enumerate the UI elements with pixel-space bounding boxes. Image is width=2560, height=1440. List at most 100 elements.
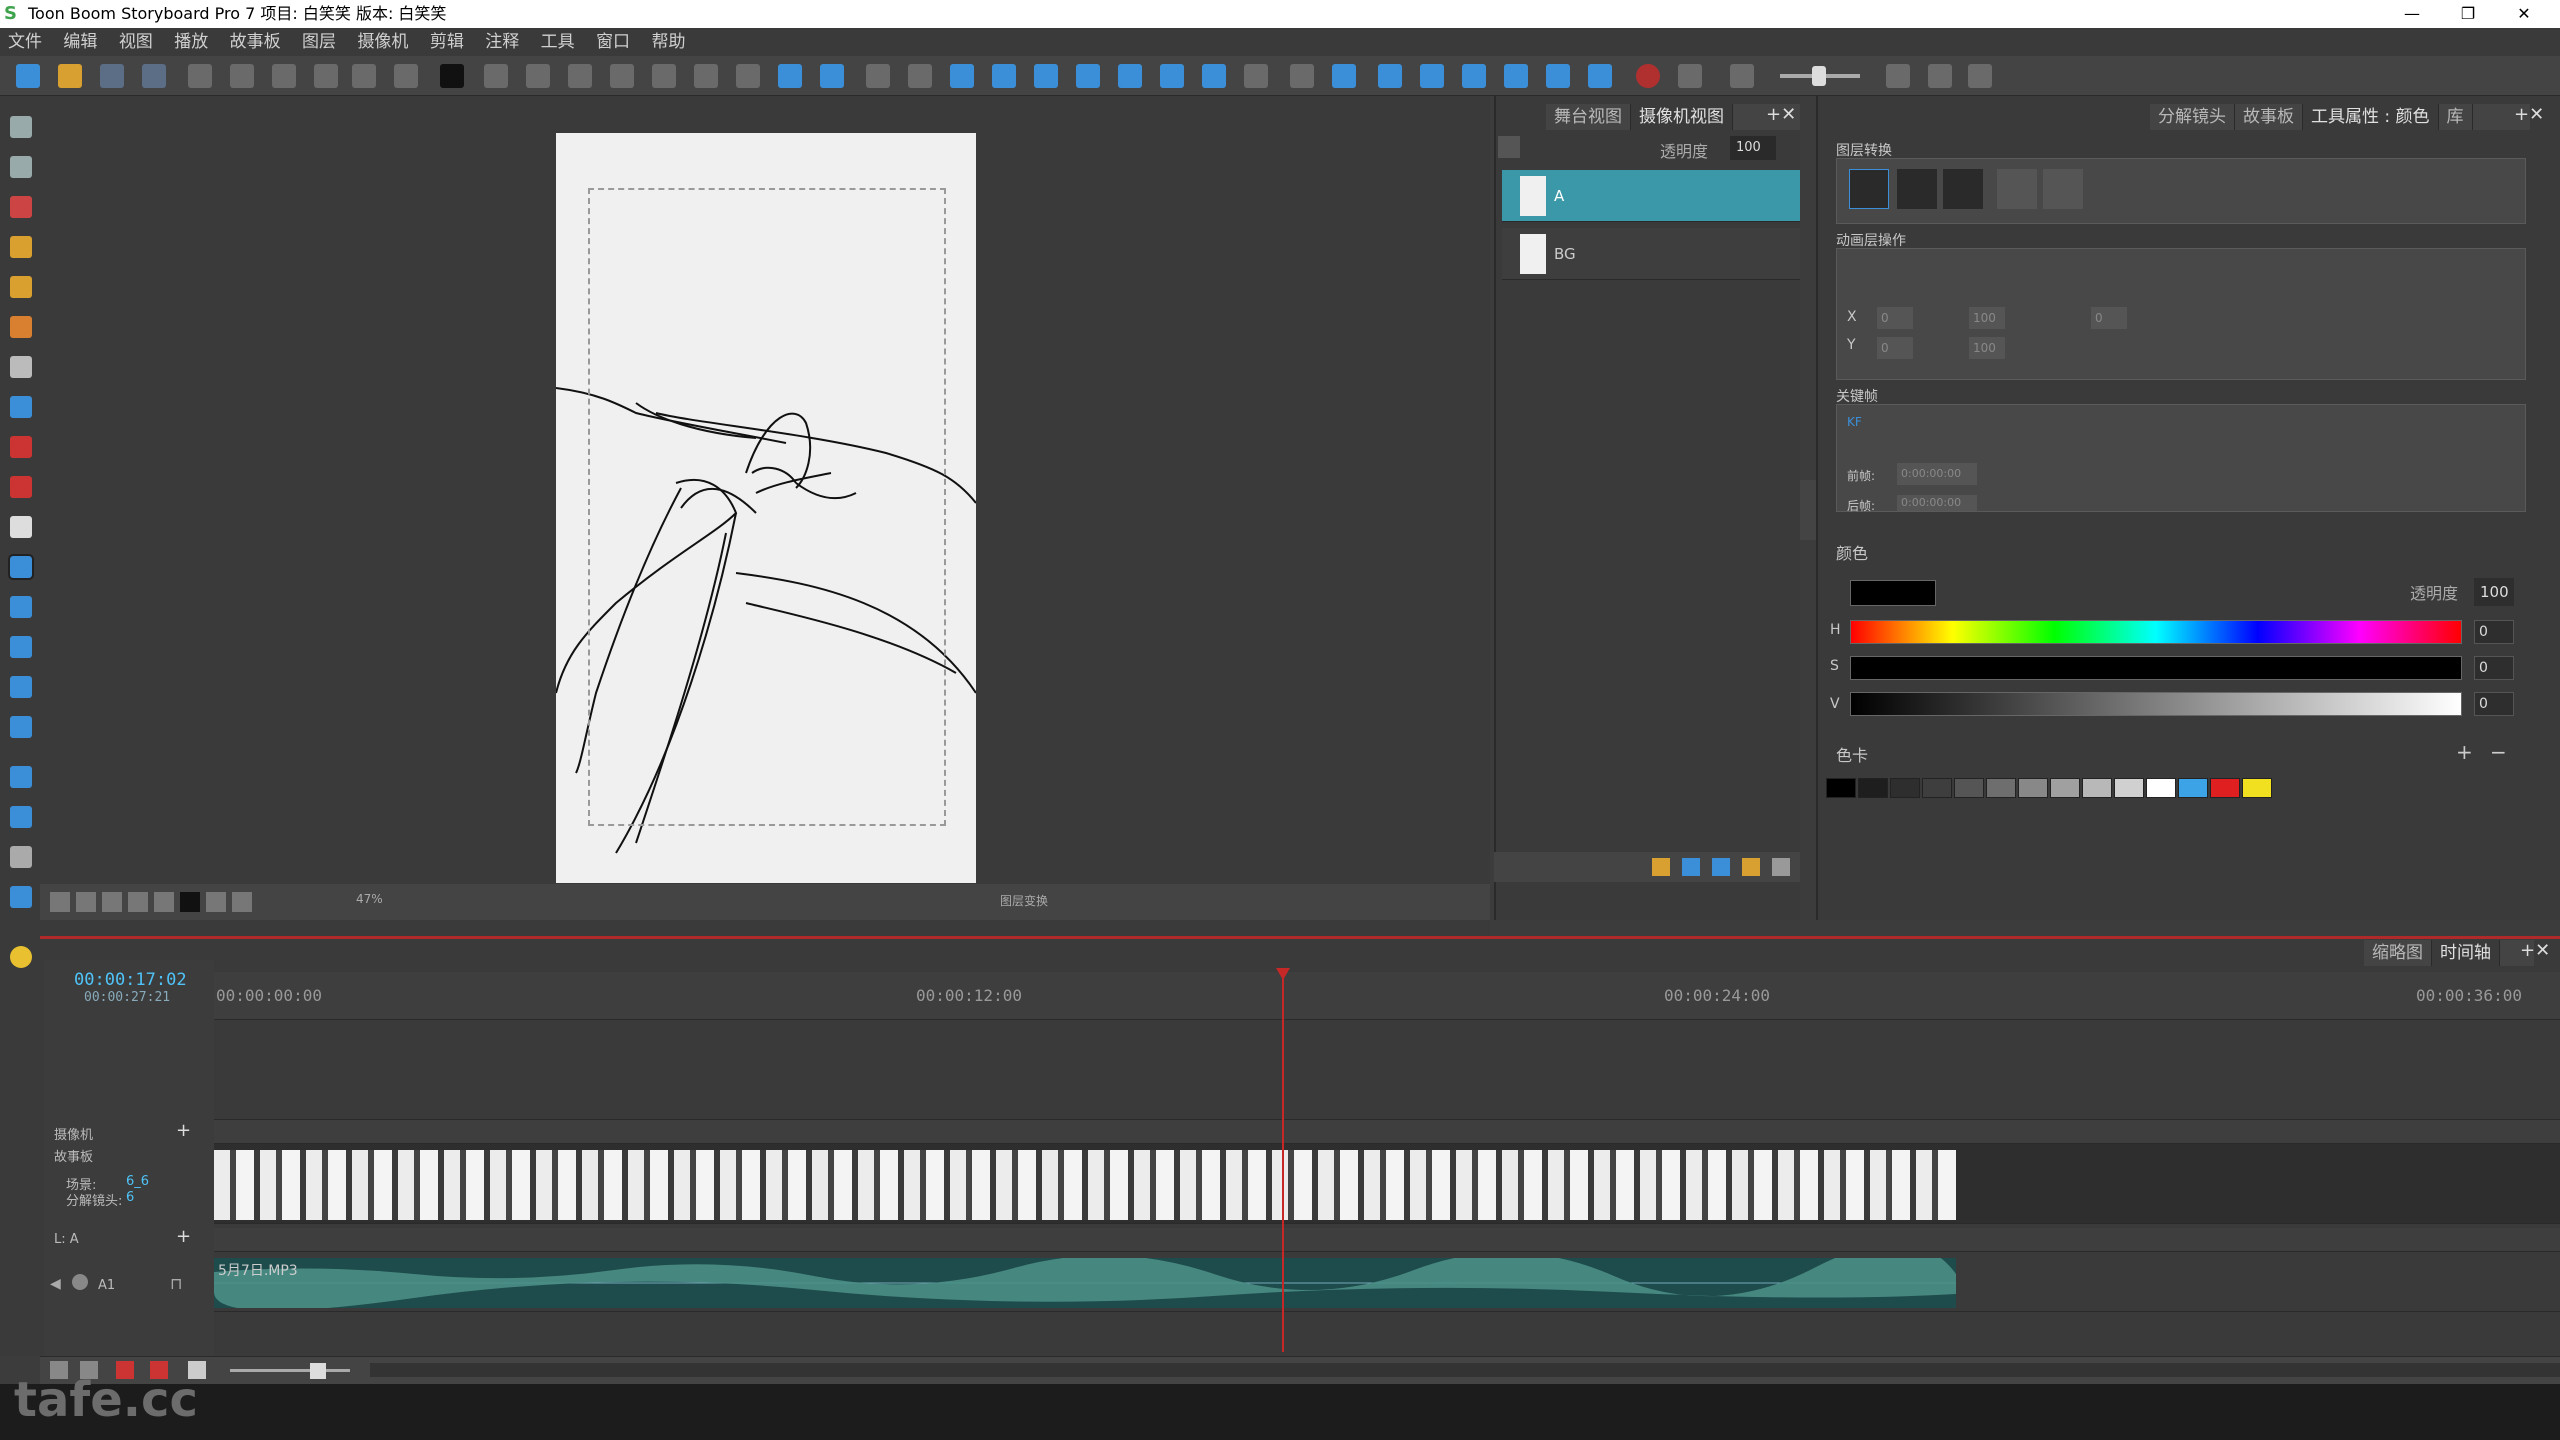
menu-tools[interactable]: 工具 xyxy=(533,28,583,56)
panel-collapse-arrows[interactable] xyxy=(1800,480,1816,540)
speed-icon[interactable] xyxy=(1730,64,1754,88)
frame-icon[interactable] xyxy=(694,64,718,88)
paste-icon[interactable] xyxy=(272,64,296,88)
translate-icon[interactable] xyxy=(1849,169,1889,209)
scene-after-icon[interactable] xyxy=(1160,64,1184,88)
menu-clip[interactable]: 剪辑 xyxy=(422,28,472,56)
height-field[interactable]: 100 xyxy=(1969,337,2005,359)
duplicate-panel-icon[interactable] xyxy=(1034,64,1058,88)
scene-value[interactable]: 6_6 xyxy=(126,1174,149,1189)
camera-view-icon[interactable] xyxy=(180,892,200,912)
prev-frame-icon[interactable] xyxy=(1290,64,1314,88)
paint-tool-icon[interactable] xyxy=(10,276,32,298)
tools-icon[interactable] xyxy=(1968,64,1992,88)
previous-panel-icon[interactable] xyxy=(1420,64,1444,88)
eyedropper-icon[interactable] xyxy=(10,476,32,498)
menu-file[interactable]: 文件 xyxy=(0,28,50,56)
x-field[interactable]: 0 xyxy=(1877,307,1913,329)
panel-value[interactable]: 6 xyxy=(126,1190,134,1205)
next-panel-icon[interactable] xyxy=(1886,64,1910,88)
tab-timeline[interactable]: 时间轴 xyxy=(2432,940,2500,966)
timeline-scrollbar[interactable] xyxy=(370,1363,2560,1377)
add-tab-icon[interactable]: +✕ xyxy=(2520,940,2550,961)
restore-button[interactable]: ❐ xyxy=(2440,0,2496,28)
tab-thumbnails[interactable]: 缩略图 xyxy=(2364,940,2432,966)
add-vector-layer-icon[interactable] xyxy=(1682,858,1700,876)
y-field[interactable]: 0 xyxy=(1877,337,1913,359)
v-field[interactable]: 0 xyxy=(2474,692,2514,716)
first-frame-icon[interactable] xyxy=(1378,64,1402,88)
delete-icon[interactable] xyxy=(314,64,338,88)
tab-library[interactable]: 库 xyxy=(2439,104,2473,130)
layer-opacity-field[interactable]: 100 xyxy=(1730,136,1776,160)
toolbar-toggle-icon[interactable] xyxy=(440,64,464,88)
timeline-zoom-slider[interactable] xyxy=(230,1369,350,1372)
onion-icon[interactable] xyxy=(232,892,252,912)
s-field[interactable]: 0 xyxy=(2474,656,2514,680)
add-swatch-icon[interactable]: + xyxy=(2456,740,2473,764)
add-layer-icon[interactable] xyxy=(1652,858,1670,876)
collapse-layers-icon[interactable] xyxy=(1498,136,1520,158)
safe-area-icon[interactable] xyxy=(736,64,760,88)
palette-swatch[interactable] xyxy=(2114,778,2144,798)
loop-icon[interactable] xyxy=(1504,64,1528,88)
save-all-icon[interactable] xyxy=(142,64,166,88)
trash-icon[interactable] xyxy=(10,846,32,868)
menu-edit[interactable]: 编辑 xyxy=(55,28,105,56)
delete-panel-icon[interactable] xyxy=(1202,64,1226,88)
shape-tool-icon[interactable] xyxy=(10,396,32,418)
rotate-icon[interactable] xyxy=(1897,169,1937,209)
layout-icon[interactable] xyxy=(568,64,592,88)
minimize-button[interactable]: — xyxy=(2384,0,2440,28)
menu-window[interactable]: 窗口 xyxy=(588,28,638,56)
play-icon[interactable] xyxy=(1462,64,1486,88)
zoom-out-icon[interactable] xyxy=(778,64,802,88)
close-button[interactable]: ✕ xyxy=(2496,0,2552,28)
current-time[interactable]: 00:00:17:02 xyxy=(74,970,187,990)
menu-view[interactable]: 视图 xyxy=(111,28,161,56)
pivot-icon[interactable] xyxy=(2043,169,2083,209)
menu-help[interactable]: 帮助 xyxy=(643,28,693,56)
add-tab-icon[interactable]: +✕ xyxy=(2514,104,2544,125)
zoom-level[interactable]: 47% xyxy=(356,892,383,906)
h-field[interactable]: 0 xyxy=(2474,620,2514,644)
time-ruler[interactable] xyxy=(214,972,2560,1020)
text-tool-icon[interactable] xyxy=(10,356,32,378)
delete-layer-icon[interactable] xyxy=(1772,858,1790,876)
redo-icon[interactable] xyxy=(394,64,418,88)
eraser-tool-icon[interactable] xyxy=(10,316,32,338)
remove-swatch-icon[interactable]: − xyxy=(2490,740,2507,764)
palette-swatch[interactable] xyxy=(1986,778,2016,798)
volume-slider-handle[interactable] xyxy=(1812,66,1826,86)
width-field[interactable]: 100 xyxy=(1969,307,2005,329)
palette-swatch[interactable] xyxy=(2210,778,2240,798)
stamp-tool-icon[interactable] xyxy=(10,716,32,738)
grid-toggle-icon[interactable] xyxy=(50,892,70,912)
camera-track[interactable] xyxy=(214,1120,2560,1144)
palette-section-title[interactable]: 色卡 xyxy=(1836,742,1868,766)
palette-swatch[interactable] xyxy=(1922,778,1952,798)
morph-tool-icon[interactable] xyxy=(10,676,32,698)
fit-view-icon[interactable] xyxy=(652,64,676,88)
audio-clip[interactable]: 5月7日.MP3 xyxy=(214,1243,1956,1311)
merge-icon[interactable] xyxy=(1244,64,1268,88)
onion-skin-icon[interactable] xyxy=(484,64,508,88)
add-vector-layer-icon[interactable] xyxy=(10,806,32,828)
color-section-title[interactable]: 颜色 xyxy=(1836,540,1868,564)
brush-tool-icon[interactable] xyxy=(10,196,32,218)
current-color-swatch[interactable] xyxy=(1850,580,1936,606)
hue-slider[interactable] xyxy=(1850,620,2462,644)
palette-swatch[interactable] xyxy=(2242,778,2272,798)
tab-camera-view[interactable]: 摄像机视图 xyxy=(1631,104,1733,130)
sound-icon[interactable] xyxy=(1546,64,1570,88)
layer-track[interactable] xyxy=(214,1228,2560,1252)
palette-swatch[interactable] xyxy=(2018,778,2048,798)
record-icon[interactable] xyxy=(1636,64,1660,88)
transform-tool-icon[interactable] xyxy=(10,156,32,178)
volume-icon[interactable] xyxy=(1678,64,1702,88)
new-scene-icon[interactable] xyxy=(1118,64,1142,88)
camera-icon[interactable] xyxy=(908,64,932,88)
after-field[interactable]: 0:00:00:00 xyxy=(1897,495,1977,511)
select-tool-icon[interactable] xyxy=(10,116,32,138)
layer-row-bg[interactable]: BG xyxy=(1502,228,1800,280)
